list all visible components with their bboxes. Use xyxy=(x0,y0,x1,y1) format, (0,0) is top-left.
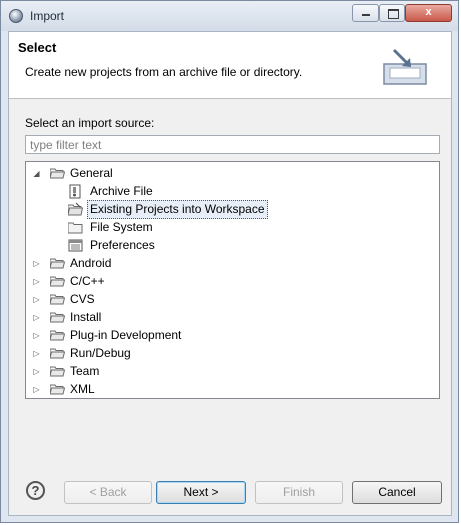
wizard-header: Select Create new projects from an archi… xyxy=(9,32,451,99)
title-bar[interactable]: Import x xyxy=(1,1,458,31)
import-source-tree[interactable]: ◢ General Archive File Existing Projects… xyxy=(25,161,440,399)
collapsed-arrow-icon[interactable]: ▷ xyxy=(32,273,41,290)
expanded-arrow-icon[interactable]: ◢ xyxy=(32,165,41,182)
cancel-button[interactable]: Cancel xyxy=(352,481,442,504)
collapsed-arrow-icon[interactable]: ▷ xyxy=(32,255,41,272)
import-wizard-icon xyxy=(383,48,427,85)
page-description: Create new projects from an archive file… xyxy=(25,65,303,79)
folder-icon xyxy=(50,366,65,377)
collapsed-arrow-icon[interactable]: ▷ xyxy=(32,363,41,380)
collapsed-arrow-icon[interactable]: ▷ xyxy=(32,327,41,344)
window-title: Import xyxy=(30,9,65,23)
tree-item-label-selected: Existing Projects into Workspace xyxy=(87,200,268,219)
eclipse-icon xyxy=(9,9,23,23)
minimize-icon xyxy=(362,14,370,16)
filter-input[interactable] xyxy=(25,135,440,154)
tree-item-label: File System xyxy=(90,220,153,234)
tree-item-label: Run/Debug xyxy=(70,346,131,360)
tree-item-label: Archive File xyxy=(90,184,153,198)
collapsed-arrow-icon[interactable]: ▷ xyxy=(32,309,41,326)
tree-item-label: General xyxy=(70,166,113,180)
tree-item-label: Android xyxy=(70,256,112,270)
close-button[interactable]: x xyxy=(405,4,452,22)
tree-item-label: CVS xyxy=(70,292,95,306)
open-folder-icon xyxy=(50,168,65,179)
folder-icon xyxy=(50,312,65,323)
collapsed-arrow-icon[interactable]: ▷ xyxy=(32,291,41,308)
archive-file-icon xyxy=(69,184,81,199)
preferences-icon xyxy=(68,239,83,252)
import-source-label: Select an import source: xyxy=(25,116,155,130)
tree-item-label: Plug-in Development xyxy=(70,328,182,342)
tree-item-label: Team xyxy=(70,364,100,378)
maximize-icon xyxy=(388,9,399,19)
folder-icon xyxy=(50,276,65,287)
folder-icon xyxy=(50,330,65,341)
tree-item-label: Preferences xyxy=(90,238,155,252)
folder-icon xyxy=(50,258,65,269)
collapsed-arrow-icon[interactable]: ▷ xyxy=(32,345,41,362)
tree-item-label: XML xyxy=(70,382,95,396)
project-folder-icon xyxy=(68,202,83,216)
import-dialog: Import x Select Create new projects from… xyxy=(0,0,459,523)
folder-icon xyxy=(50,348,65,359)
close-icon: x xyxy=(425,6,432,18)
finish-button[interactable]: Finish xyxy=(255,481,343,504)
dialog-body: Select Create new projects from an archi… xyxy=(8,31,452,516)
tree-item-label: Install xyxy=(70,310,102,324)
folder-icon xyxy=(50,384,65,395)
help-icon[interactable]: ? xyxy=(26,481,45,500)
tree-item-label: C/C++ xyxy=(70,274,105,288)
back-button[interactable]: < Back xyxy=(64,481,152,504)
next-button[interactable]: Next > xyxy=(156,481,246,504)
folder-icon xyxy=(68,222,83,234)
maximize-button[interactable] xyxy=(379,4,405,22)
collapsed-arrow-icon[interactable]: ▷ xyxy=(32,381,41,398)
minimize-button[interactable] xyxy=(352,4,379,22)
page-title: Select xyxy=(18,40,57,55)
folder-icon xyxy=(50,294,65,305)
